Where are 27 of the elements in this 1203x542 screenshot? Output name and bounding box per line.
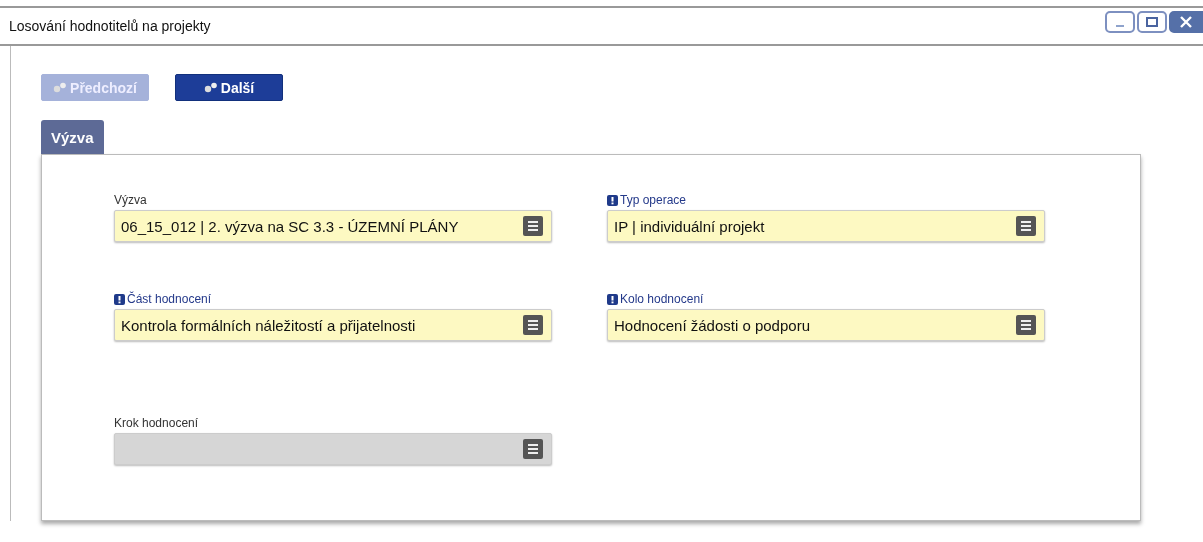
- minimize-button[interactable]: [1105, 11, 1135, 33]
- select-field[interactable]: Kontrola formálních náležitostí a přijatelnosti: [114, 309, 552, 341]
- field-label: Krok hodnocení: [114, 416, 199, 430]
- field-label: Výzva: [114, 193, 147, 207]
- close-button[interactable]: [1169, 11, 1203, 33]
- action-button[interactable]: Další: [175, 74, 283, 101]
- field-label: Část hodnocení: [127, 292, 212, 306]
- required-icon: [607, 293, 618, 305]
- close-icon: [1180, 16, 1192, 28]
- select-field[interactable]: Hodnocení žádosti o podporu: [607, 309, 1045, 341]
- list-icon[interactable]: [523, 216, 543, 236]
- minimize-icon: [1116, 25, 1124, 27]
- list-icon[interactable]: [1016, 216, 1036, 236]
- list-icon[interactable]: [1016, 315, 1036, 335]
- list-icon[interactable]: [523, 315, 543, 335]
- window-title: Losování hodnotitelů na projekty: [9, 18, 211, 34]
- gear-icon: [203, 82, 218, 93]
- required-icon: [114, 293, 125, 305]
- maximize-button[interactable]: [1137, 11, 1167, 33]
- field-label: Kolo hodnocení: [620, 292, 704, 306]
- required-icon: [607, 194, 618, 206]
- maximize-icon: [1146, 17, 1158, 27]
- field-label: Typ operace: [620, 193, 687, 207]
- select-field[interactable]: 06_15_012 | 2. výzva na SC 3.3 - ÚZEMNÍ PLÁNY: [114, 210, 552, 242]
- select-field[interactable]: IP | individuální projekt: [607, 210, 1045, 242]
- gear-icon: [53, 82, 68, 93]
- tab[interactable]: Výzva: [41, 120, 104, 154]
